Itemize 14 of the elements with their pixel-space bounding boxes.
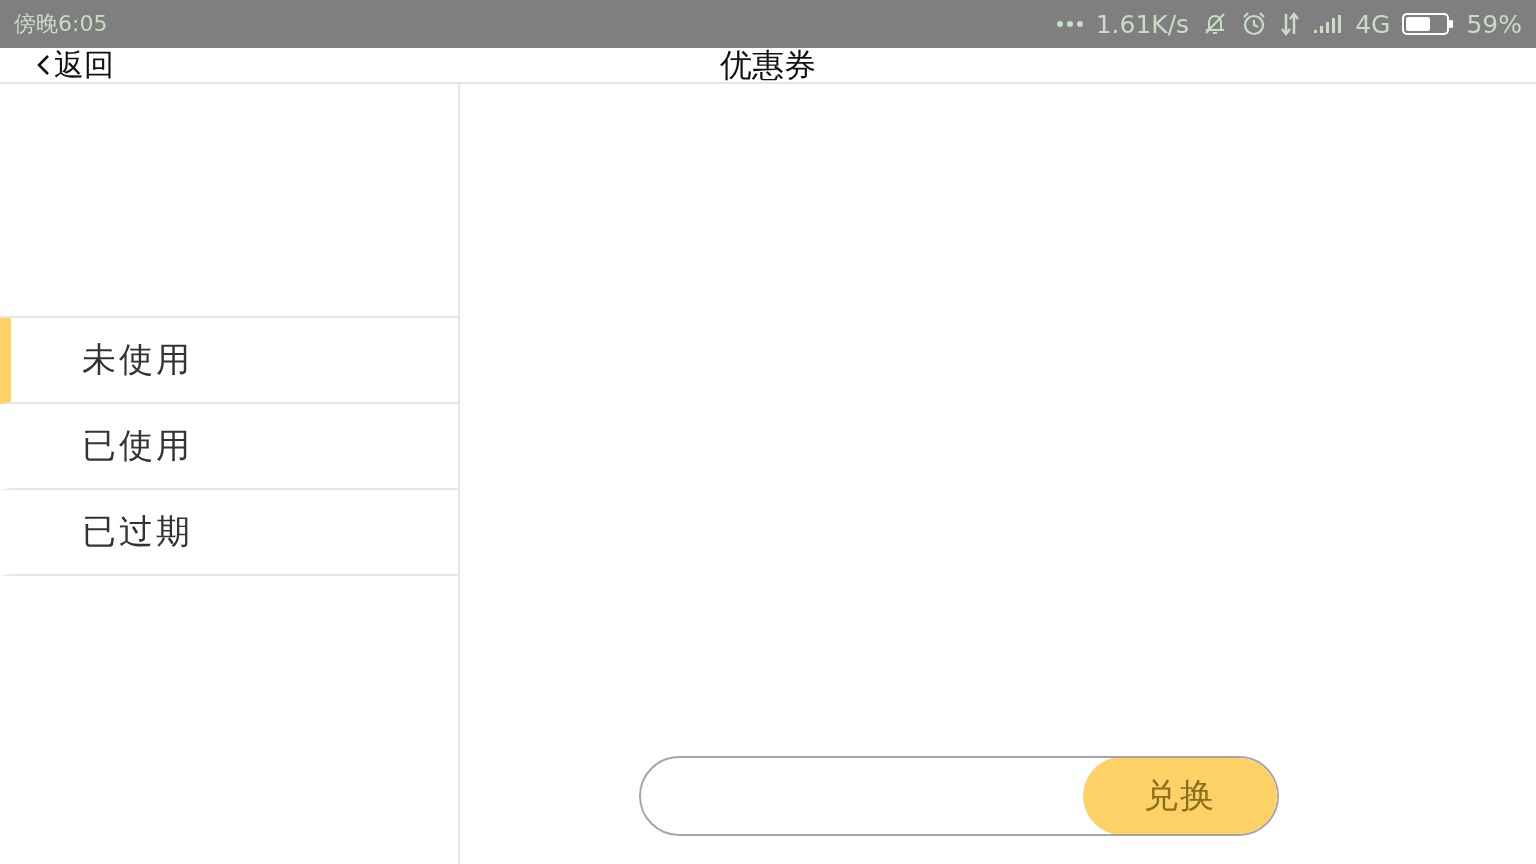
tab[interactable]: 已过期 — [0, 490, 458, 576]
battery-percent: 59% — [1466, 9, 1522, 39]
signal-icon — [1313, 14, 1344, 34]
tab[interactable]: 未使用 — [0, 318, 458, 404]
network-speed: 1.61K/s — [1095, 9, 1190, 39]
network-type: 4G — [1355, 9, 1391, 39]
status-time: 傍晚6:05 — [14, 10, 108, 38]
page-title: 优惠券 — [720, 48, 816, 82]
more-icon — [1055, 20, 1084, 28]
battery-icon — [1402, 13, 1455, 35]
data-transfer-icon — [1279, 12, 1302, 36]
tab[interactable]: 已使用 — [0, 404, 458, 490]
chevron-left-icon — [36, 53, 50, 77]
back-button[interactable]: 返回 — [36, 48, 114, 82]
